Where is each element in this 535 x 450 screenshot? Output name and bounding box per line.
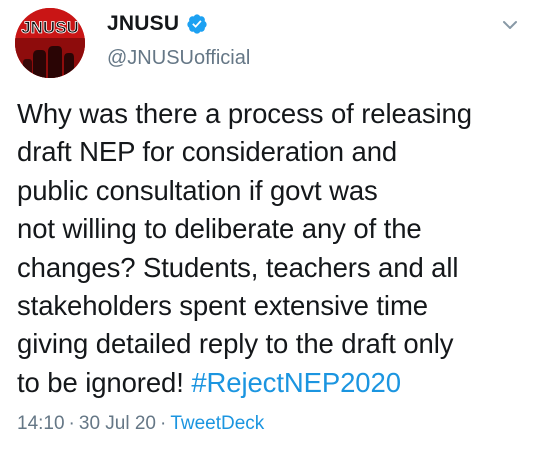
tweet-text: Why was there a process of releasing dra…: [17, 95, 527, 402]
tweet-card: JNUSU JNUSU @JNUSUofficial Why was there…: [0, 0, 535, 450]
user-handle[interactable]: @JNUSUofficial: [107, 47, 250, 70]
tweet-text-last-line: to be ignored! #RejectNEP2020: [17, 364, 527, 402]
tweet-header: JNUSU JNUSU @JNUSUofficial: [0, 0, 535, 90]
verified-badge-icon: [186, 13, 208, 35]
separator: ·: [160, 413, 167, 434]
tweet-text-line: draft NEP for consideration and: [17, 136, 398, 168]
avatar-logo-icon: JNUSU: [15, 8, 85, 78]
tweet-text-line: not willing to deliberate any of the: [17, 213, 422, 245]
display-name[interactable]: JNUSU: [107, 12, 179, 36]
tweet-time[interactable]: 14:10: [17, 413, 65, 434]
separator: ·: [68, 413, 75, 434]
tweet-text-line: public consultation if govt was: [17, 174, 378, 206]
display-name-row: JNUSU: [107, 10, 250, 38]
tweet-text-line: stakeholders spent extensive time: [17, 290, 428, 322]
hashtag-link[interactable]: #RejectNEP2020: [191, 367, 401, 398]
chevron-down-icon[interactable]: [499, 14, 521, 36]
tweet-date[interactable]: 30 Jul 20: [79, 413, 156, 434]
tweet-source-link[interactable]: TweetDeck: [170, 413, 264, 434]
tweet-text-line: to be ignored!: [17, 366, 192, 398]
author-info: JNUSU @JNUSUofficial: [107, 10, 250, 70]
tweet-text-line: changes? Students, teachers and all: [17, 251, 459, 283]
avatar[interactable]: JNUSU: [15, 8, 85, 78]
avatar-logo-text: JNUSU: [21, 18, 79, 37]
tweet-meta: 14:10 · 30 Jul 20 · TweetDeck: [17, 413, 264, 435]
tweet-text-line: Why was there a process of releasing: [17, 98, 472, 129]
tweet-text-line: giving detailed reply to the draft only: [17, 328, 454, 360]
